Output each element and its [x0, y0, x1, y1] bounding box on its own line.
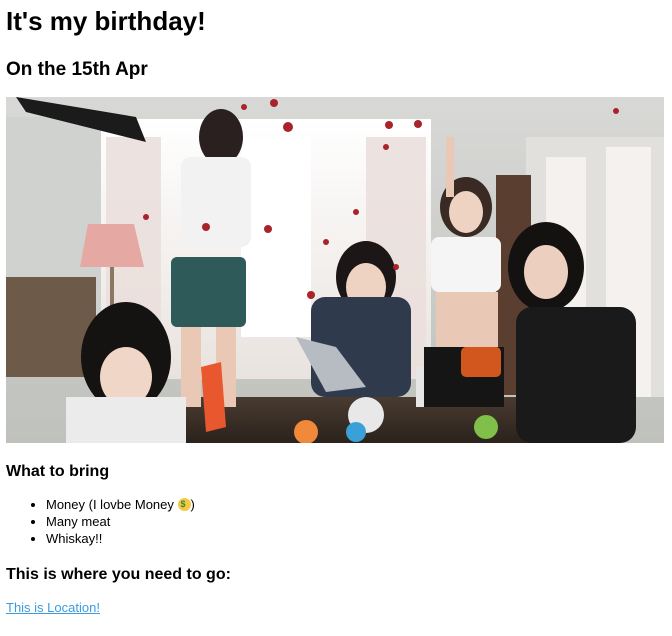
list-item-text: Money (I lovbe Money	[46, 497, 178, 512]
location-heading: This is where you need to go:	[6, 566, 231, 583]
page: It's my birthday! On the 15th Apr What t…	[0, 0, 672, 636]
list-item-text-end: )	[190, 497, 195, 512]
money-face-emoji-icon	[177, 498, 191, 511]
list-item: Whiskay!!	[46, 530, 195, 547]
bring-list: Money (I lovbe Money ) Many meat Whiskay…	[0, 496, 195, 547]
list-item: Money (I lovbe Money )	[46, 496, 195, 513]
page-title: It's my birthday!	[6, 6, 206, 36]
event-date: On the 15th Apr	[6, 59, 148, 80]
what-to-bring-heading: What to bring	[6, 463, 110, 480]
group-photo	[6, 97, 664, 443]
location-link[interactable]: This is Location!	[6, 599, 100, 616]
list-item: Many meat	[46, 513, 195, 530]
